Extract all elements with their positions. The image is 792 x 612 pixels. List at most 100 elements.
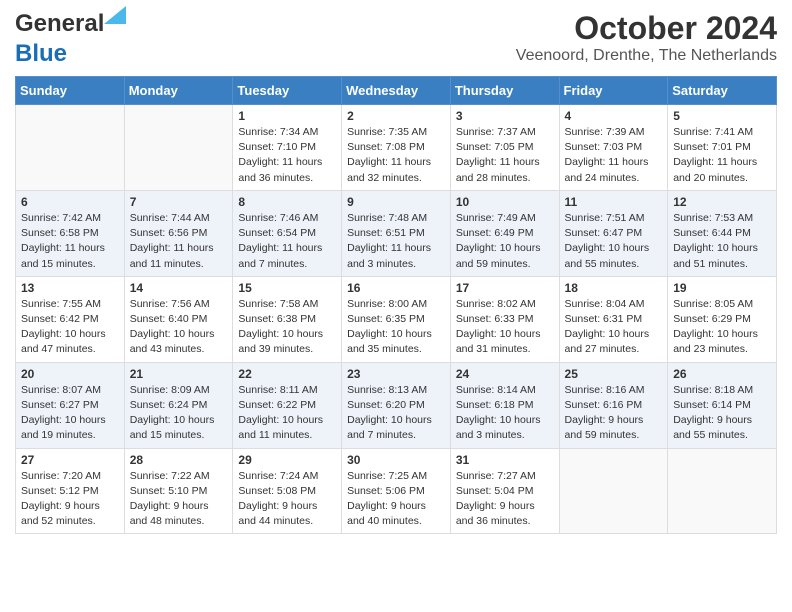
- logo-general: General: [15, 10, 104, 37]
- calendar-day-cell: 2 Sunrise: 7:35 AMSunset: 7:08 PMDaylight…: [342, 105, 451, 191]
- day-info: Sunrise: 8:09 AMSunset: 6:24 PMDaylight:…: [130, 383, 228, 444]
- calendar-day-cell: 7Sunrise: 7:44 AMSunset: 6:56 PMDaylight…: [124, 190, 233, 276]
- calendar-week-row: 1 Sunrise: 7:34 AMSunset: 7:10 PMDaylight…: [16, 105, 777, 191]
- calendar-day-cell: 1 Sunrise: 7:34 AMSunset: 7:10 PMDaylight…: [233, 105, 342, 191]
- calendar-day-cell: 21 Sunrise: 8:09 AMSunset: 6:24 PMDayligh…: [124, 362, 233, 448]
- calendar-day-cell: 11Sunrise: 7:51 AMSunset: 6:47 PMDayligh…: [559, 190, 668, 276]
- calendar-day-cell: 16 Sunrise: 8:00 AMSunset: 6:35 PMDayligh…: [342, 276, 451, 362]
- day-number: 2: [347, 109, 445, 123]
- day-info: Sunrise: 7:49 AMSunset: 6:49 PMDaylight:…: [456, 211, 554, 272]
- day-number: 14: [130, 281, 228, 295]
- calendar-day-cell: [559, 448, 668, 534]
- calendar-day-cell: 19 Sunrise: 8:05 AMSunset: 6:29 PMDayligh…: [668, 276, 777, 362]
- logo-arrow-icon: [104, 6, 126, 24]
- title-block: October 2024 Veenoord, Drenthe, The Neth…: [516, 10, 777, 65]
- calendar-day-cell: 10 Sunrise: 7:49 AMSunset: 6:49 PMDayligh…: [450, 190, 559, 276]
- calendar-week-row: 27 Sunrise: 7:20 AMSunset: 5:12 PMDayligh…: [16, 448, 777, 534]
- calendar-table: Sunday Monday Tuesday Wednesday Thursday…: [15, 76, 777, 534]
- day-number: 15: [238, 281, 336, 295]
- day-info: Sunrise: 8:11 AMSunset: 6:22 PMDaylight:…: [238, 383, 336, 444]
- calendar-header-row: Sunday Monday Tuesday Wednesday Thursday…: [16, 77, 777, 105]
- calendar-day-cell: 29 Sunrise: 7:24 AMSunset: 5:08 PMDayligh…: [233, 448, 342, 534]
- calendar-day-cell: 15 Sunrise: 7:58 AMSunset: 6:38 PMDayligh…: [233, 276, 342, 362]
- calendar-day-cell: [124, 105, 233, 191]
- header: General Blue October 2024 Veenoord, Dren…: [15, 10, 777, 68]
- day-info: Sunrise: 8:18 AMSunset: 6:14 PMDaylight:…: [673, 383, 771, 444]
- calendar-day-cell: 17 Sunrise: 8:02 AMSunset: 6:33 PMDayligh…: [450, 276, 559, 362]
- day-info: Sunrise: 7:24 AMSunset: 5:08 PMDaylight:…: [238, 469, 336, 530]
- logo-blue: Blue: [15, 40, 67, 67]
- calendar-day-cell: 28 Sunrise: 7:22 AMSunset: 5:10 PMDayligh…: [124, 448, 233, 534]
- calendar-day-cell: 4 Sunrise: 7:39 AMSunset: 7:03 PMDaylight…: [559, 105, 668, 191]
- col-thursday: Thursday: [450, 77, 559, 105]
- day-info: Sunrise: 7:22 AMSunset: 5:10 PMDaylight:…: [130, 469, 228, 530]
- calendar-day-cell: [16, 105, 125, 191]
- calendar-day-cell: 12Sunrise: 7:53 AMSunset: 6:44 PMDayligh…: [668, 190, 777, 276]
- day-info: Sunrise: 7:39 AMSunset: 7:03 PMDaylight:…: [565, 125, 663, 186]
- day-info: Sunrise: 8:04 AMSunset: 6:31 PMDaylight:…: [565, 297, 663, 358]
- day-number: 6: [21, 195, 119, 209]
- day-number: 26: [673, 367, 771, 381]
- calendar-day-cell: 9 Sunrise: 7:48 AMSunset: 6:51 PMDaylight…: [342, 190, 451, 276]
- calendar-day-cell: 25Sunrise: 8:16 AMSunset: 6:16 PMDayligh…: [559, 362, 668, 448]
- page-subtitle: Veenoord, Drenthe, The Netherlands: [516, 47, 777, 65]
- day-number: 25: [565, 367, 663, 381]
- day-info: Sunrise: 8:14 AMSunset: 6:18 PMDaylight:…: [456, 383, 554, 444]
- day-number: 13: [21, 281, 119, 295]
- calendar-day-cell: 14Sunrise: 7:56 AMSunset: 6:40 PMDayligh…: [124, 276, 233, 362]
- col-monday: Monday: [124, 77, 233, 105]
- calendar-day-cell: 20Sunrise: 8:07 AMSunset: 6:27 PMDayligh…: [16, 362, 125, 448]
- day-number: 9: [347, 195, 445, 209]
- calendar-week-row: 13 Sunrise: 7:55 AMSunset: 6:42 PMDayligh…: [16, 276, 777, 362]
- day-info: Sunrise: 7:20 AMSunset: 5:12 PMDaylight:…: [21, 469, 119, 530]
- calendar-day-cell: 26 Sunrise: 8:18 AMSunset: 6:14 PMDayligh…: [668, 362, 777, 448]
- day-number: 21: [130, 367, 228, 381]
- day-info: Sunrise: 7:37 AMSunset: 7:05 PMDaylight:…: [456, 125, 554, 186]
- day-info: Sunrise: 7:48 AMSunset: 6:51 PMDaylight:…: [347, 211, 445, 272]
- day-info: Sunrise: 7:42 AMSunset: 6:58 PMDaylight:…: [21, 211, 119, 272]
- day-number: 27: [21, 453, 119, 467]
- day-number: 20: [21, 367, 119, 381]
- day-number: 5: [673, 109, 771, 123]
- day-info: Sunrise: 7:58 AMSunset: 6:38 PMDaylight:…: [238, 297, 336, 358]
- calendar-week-row: 6 Sunrise: 7:42 AMSunset: 6:58 PMDaylight…: [16, 190, 777, 276]
- day-number: 1: [238, 109, 336, 123]
- calendar-day-cell: 22 Sunrise: 8:11 AMSunset: 6:22 PMDayligh…: [233, 362, 342, 448]
- calendar-day-cell: 3Sunrise: 7:37 AMSunset: 7:05 PMDaylight…: [450, 105, 559, 191]
- day-info: Sunrise: 8:02 AMSunset: 6:33 PMDaylight:…: [456, 297, 554, 358]
- calendar-day-cell: 30Sunrise: 7:25 AMSunset: 5:06 PMDayligh…: [342, 448, 451, 534]
- day-number: 18: [565, 281, 663, 295]
- day-number: 31: [456, 453, 554, 467]
- day-info: Sunrise: 7:44 AMSunset: 6:56 PMDaylight:…: [130, 211, 228, 272]
- day-info: Sunrise: 7:25 AMSunset: 5:06 PMDaylight:…: [347, 469, 445, 530]
- calendar-day-cell: 27 Sunrise: 7:20 AMSunset: 5:12 PMDayligh…: [16, 448, 125, 534]
- col-friday: Friday: [559, 77, 668, 105]
- day-number: 24: [456, 367, 554, 381]
- col-sunday: Sunday: [16, 77, 125, 105]
- day-number: 16: [347, 281, 445, 295]
- day-number: 28: [130, 453, 228, 467]
- calendar-day-cell: 6 Sunrise: 7:42 AMSunset: 6:58 PMDaylight…: [16, 190, 125, 276]
- calendar-day-cell: 8Sunrise: 7:46 AMSunset: 6:54 PMDaylight…: [233, 190, 342, 276]
- calendar-day-cell: [668, 448, 777, 534]
- day-number: 22: [238, 367, 336, 381]
- day-number: 8: [238, 195, 336, 209]
- calendar-day-cell: 5Sunrise: 7:41 AMSunset: 7:01 PMDaylight…: [668, 105, 777, 191]
- day-info: Sunrise: 8:05 AMSunset: 6:29 PMDaylight:…: [673, 297, 771, 358]
- day-info: Sunrise: 7:34 AMSunset: 7:10 PMDaylight:…: [238, 125, 336, 186]
- day-number: 17: [456, 281, 554, 295]
- col-wednesday: Wednesday: [342, 77, 451, 105]
- day-number: 19: [673, 281, 771, 295]
- day-info: Sunrise: 7:35 AMSunset: 7:08 PMDaylight:…: [347, 125, 445, 186]
- col-tuesday: Tuesday: [233, 77, 342, 105]
- calendar-day-cell: 13 Sunrise: 7:55 AMSunset: 6:42 PMDayligh…: [16, 276, 125, 362]
- day-number: 4: [565, 109, 663, 123]
- day-number: 10: [456, 195, 554, 209]
- day-info: Sunrise: 7:53 AMSunset: 6:44 PMDaylight:…: [673, 211, 771, 272]
- day-info: Sunrise: 7:27 AMSunset: 5:04 PMDaylight:…: [456, 469, 554, 530]
- calendar-week-row: 20Sunrise: 8:07 AMSunset: 6:27 PMDayligh…: [16, 362, 777, 448]
- day-info: Sunrise: 7:55 AMSunset: 6:42 PMDaylight:…: [21, 297, 119, 358]
- day-info: Sunrise: 8:13 AMSunset: 6:20 PMDaylight:…: [347, 383, 445, 444]
- day-number: 29: [238, 453, 336, 467]
- day-info: Sunrise: 8:00 AMSunset: 6:35 PMDaylight:…: [347, 297, 445, 358]
